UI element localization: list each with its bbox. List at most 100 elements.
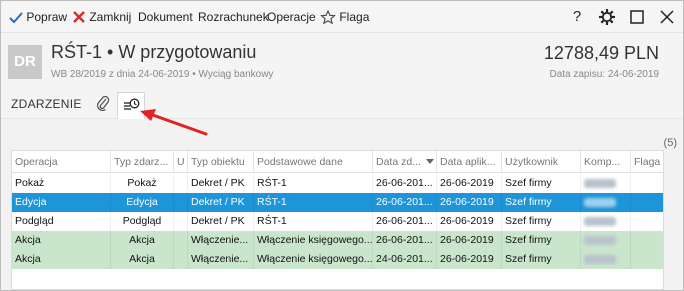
rozrachunek-label: Rozrachunek bbox=[198, 10, 269, 24]
cell-typ-zdarzenia: Akcja bbox=[111, 250, 174, 269]
cell-uzytkownik: Szef firmy bbox=[502, 250, 581, 269]
cell-data-zd: 26-06-201... bbox=[373, 174, 437, 193]
cell-typ-zdarzenia: Akcja bbox=[111, 231, 174, 250]
operacje-label: Operacje bbox=[267, 10, 316, 24]
cell-flaga bbox=[631, 174, 663, 193]
maximize-button[interactable] bbox=[627, 7, 647, 27]
document-subtitle: WB 28/2019 z dnia 24-06-2019 • Wyciąg ba… bbox=[51, 69, 274, 80]
cell-operacja: Edycja bbox=[12, 193, 111, 212]
cell-u bbox=[174, 250, 188, 269]
redacted-computer-name bbox=[584, 217, 616, 226]
table-row[interactable]: Podgląd Podgląd Dekret / PK RŚT-1 26-06-201.… bbox=[12, 212, 663, 231]
redacted-computer-name bbox=[584, 255, 616, 264]
close-icon bbox=[73, 11, 85, 23]
cell-data-aplik: 26-06-2019 bbox=[437, 250, 502, 269]
zamknij-button[interactable]: Zamknij bbox=[72, 9, 131, 26]
tab-zdarzenie[interactable]: ZDARZENIE bbox=[11, 97, 82, 112]
col-data-zdarzenia-label: Data zd... bbox=[376, 156, 421, 168]
paperclip-icon bbox=[96, 95, 110, 112]
redacted-computer-name bbox=[584, 179, 616, 188]
cell-typ-obiektu: Dekret / PK bbox=[188, 174, 254, 193]
cell-operacja: Akcja bbox=[12, 231, 111, 250]
cell-komputer bbox=[581, 250, 631, 269]
document-type-avatar: DR bbox=[8, 45, 42, 79]
check-icon bbox=[9, 12, 23, 24]
rozrachunek-menu[interactable]: Rozrachunek bbox=[198, 9, 269, 26]
cell-typ-zdarzenia: Edycja bbox=[111, 193, 174, 212]
history-grid: Operacja Typ zdarz... U Typ obiektu Pods… bbox=[11, 150, 664, 290]
col-u[interactable]: U bbox=[174, 151, 188, 173]
cell-u bbox=[174, 174, 188, 193]
col-komputer[interactable]: Komp... bbox=[581, 151, 631, 173]
col-flaga[interactable]: Flaga bbox=[631, 151, 663, 173]
sort-desc-icon bbox=[426, 159, 434, 164]
col-typ-obiektu[interactable]: Typ obiektu bbox=[188, 151, 254, 173]
cell-data-zd: 26-06-201... bbox=[373, 193, 437, 212]
cell-uzytkownik: Szef firmy bbox=[502, 174, 581, 193]
dokument-menu[interactable]: Dokument bbox=[138, 9, 193, 26]
zamknij-label: Zamknij bbox=[89, 10, 132, 24]
table-row[interactable]: Akcja Akcja Włączenie... Włączenie księgowe… bbox=[12, 250, 663, 269]
col-typ-zdarzenia[interactable]: Typ zdarz... bbox=[111, 151, 174, 173]
cell-uzytkownik: Szef firmy bbox=[502, 212, 581, 231]
document-amount: 12788,49 PLN bbox=[543, 43, 659, 63]
close-window-icon bbox=[660, 10, 674, 24]
maximize-icon bbox=[630, 10, 644, 24]
col-operacja[interactable]: Operacja bbox=[12, 151, 111, 173]
grid-header: Operacja Typ zdarz... U Typ obiektu Pods… bbox=[12, 151, 663, 173]
col-data-aplikacji[interactable]: Data aplik... bbox=[437, 151, 502, 173]
cell-typ-obiektu: Dekret / PK bbox=[188, 212, 254, 231]
cell-operacja: Pokaż bbox=[12, 174, 111, 193]
popraw-button[interactable]: Popraw bbox=[9, 9, 67, 26]
col-podstawowe-dane[interactable]: Podstawowe dane bbox=[254, 151, 373, 173]
settings-button[interactable] bbox=[597, 7, 617, 27]
save-date: Data zapisu: 24-06-2019 bbox=[549, 69, 659, 80]
page-title: RŚT-1 • W przygotowaniu bbox=[51, 42, 257, 62]
cell-data-zd: 26-06-201... bbox=[373, 231, 437, 250]
cell-uzytkownik: Szef firmy bbox=[502, 193, 581, 212]
cell-flaga bbox=[631, 231, 663, 250]
cell-komputer bbox=[581, 174, 631, 193]
cell-typ-obiektu: Włączenie... bbox=[188, 231, 254, 250]
help-button[interactable]: ? bbox=[567, 7, 587, 27]
col-data-zdarzenia[interactable]: Data zd... bbox=[373, 151, 437, 173]
record-count: (5) bbox=[663, 137, 677, 149]
tab-attachments[interactable] bbox=[95, 94, 111, 112]
operacje-menu[interactable]: Operacje bbox=[267, 9, 316, 26]
cell-data-aplik: 26-06-2019 bbox=[437, 212, 502, 231]
cell-data-zd: 26-06-201... bbox=[373, 212, 437, 231]
cell-flaga bbox=[631, 193, 663, 212]
redacted-computer-name bbox=[584, 236, 616, 245]
redacted-computer-name bbox=[584, 198, 616, 207]
cell-u bbox=[174, 193, 188, 212]
table-row[interactable]: Akcja Akcja Włączenie... Włączenie księgowe… bbox=[12, 231, 663, 250]
cell-data-aplik: 26-06-2019 bbox=[437, 174, 502, 193]
cell-typ-obiektu: Włączenie... bbox=[188, 250, 254, 269]
document-header: DR RŚT-1 • W przygotowaniu WB 28/2019 z … bbox=[1, 33, 683, 88]
table-row[interactable]: Pokaż Pokaż Dekret / PK RŚT-1 26-06-201... 26… bbox=[12, 174, 663, 193]
cell-u bbox=[174, 212, 188, 231]
cell-data-aplik: 26-06-2019 bbox=[437, 193, 502, 212]
help-icon: ? bbox=[572, 8, 582, 25]
cell-typ-zdarzenia: Pokaż bbox=[111, 174, 174, 193]
cell-komputer bbox=[581, 231, 631, 250]
cell-u bbox=[174, 231, 188, 250]
cell-podstawowe-dane: Włączenie księgowego... bbox=[254, 250, 373, 269]
flaga-button[interactable]: Flaga bbox=[320, 9, 369, 26]
dokument-label: Dokument bbox=[138, 10, 193, 24]
cell-operacja: Akcja bbox=[12, 250, 111, 269]
flaga-label: Flaga bbox=[339, 10, 370, 24]
cell-komputer bbox=[581, 193, 631, 212]
cell-typ-obiektu: Dekret / PK bbox=[188, 193, 254, 212]
cell-data-zd: 24-06-201... bbox=[373, 250, 437, 269]
cell-podstawowe-dane: RŚT-1 bbox=[254, 193, 373, 212]
star-icon bbox=[320, 9, 336, 25]
col-uzytkownik[interactable]: Użytkownik bbox=[502, 151, 581, 173]
cell-flaga bbox=[631, 250, 663, 269]
cell-podstawowe-dane: RŚT-1 bbox=[254, 212, 373, 231]
table-row[interactable]: Edycja Edycja Dekret / PK RŚT-1 26-06-201...… bbox=[12, 193, 663, 212]
close-window-button[interactable] bbox=[657, 7, 677, 27]
cell-operacja: Podgląd bbox=[12, 212, 111, 231]
cell-typ-zdarzenia: Podgląd bbox=[111, 212, 174, 231]
cell-komputer bbox=[581, 212, 631, 231]
